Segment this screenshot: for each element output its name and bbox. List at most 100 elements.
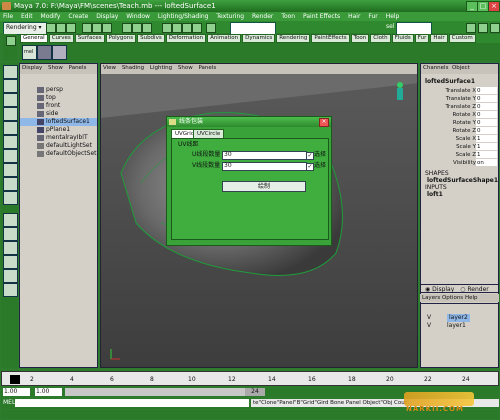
close-button[interactable]: × [488, 1, 500, 12]
shelf-tab-cloth[interactable]: Cloth [370, 34, 391, 43]
channel-rotate-x[interactable]: Rotate X0 [421, 111, 498, 119]
outliner-item-side[interactable]: side [20, 110, 97, 118]
shelf-tab-toon[interactable]: Toon [350, 34, 370, 43]
menu-display[interactable]: Display [93, 12, 121, 20]
outliner-item-defaultlightset[interactable]: defaultLightSet [20, 142, 97, 150]
shelf-tab-rendering[interactable]: Rendering [276, 34, 311, 43]
menu-window[interactable]: Window [123, 12, 153, 20]
channel-value[interactable]: 0 [476, 127, 497, 134]
playback-start-field[interactable]: 1.00 [35, 388, 62, 396]
menu-hair[interactable]: Hair [345, 12, 363, 20]
channel-value[interactable]: 0 [476, 87, 497, 94]
soft-mod-tool-icon[interactable] [3, 163, 18, 177]
outliner-item-persp[interactable]: persp [20, 86, 97, 94]
layer-menu-options[interactable]: Options [442, 295, 463, 301]
four-view-layout-icon[interactable] [3, 227, 18, 241]
rotate-tool-icon[interactable] [3, 121, 18, 135]
viewport-menu-panels[interactable]: Panels [198, 65, 216, 71]
outliner-item-top[interactable]: top [20, 94, 97, 102]
command-input[interactable] [15, 399, 249, 407]
shelf-tab-painteffects[interactable]: PaintEffects [311, 34, 350, 43]
shelf-tab-custom[interactable]: Custom [448, 34, 476, 43]
start-time-field[interactable]: 1.00 [3, 388, 30, 396]
hypershade-layout-icon[interactable] [3, 269, 18, 283]
channel-value[interactable]: 0 [476, 103, 497, 110]
viewport-menu-show[interactable]: Show [178, 65, 193, 71]
channel-scale-z[interactable]: Scale Z1 [421, 151, 498, 159]
menu-paint-effects[interactable]: Paint Effects [300, 12, 343, 20]
layer-row[interactable]: V layer1 [421, 322, 498, 330]
shelf-tab-fur[interactable]: Fur [414, 34, 430, 43]
open-scene-icon[interactable] [56, 23, 66, 33]
dialog-title-bar[interactable]: 线条包装 × [167, 117, 331, 127]
shelf-menu-icon[interactable] [6, 36, 16, 46]
u-select-checkbox[interactable]: ✓ [306, 152, 314, 160]
layer-menu-help[interactable]: Help [465, 295, 478, 301]
time-slider[interactable]: 2 4 6 8 10 12 14 16 18 20 22 24 [1, 371, 499, 386]
ipr-render-icon[interactable] [182, 23, 192, 33]
viewport-menu-lighting[interactable]: Lighting [150, 65, 172, 71]
channel-value[interactable]: 0 [476, 119, 497, 126]
show-tool-settings-icon[interactable] [490, 23, 500, 33]
menu-modify[interactable]: Modify [38, 12, 64, 20]
outliner-menu-display[interactable]: Display [22, 65, 42, 71]
shelf-tab-hair[interactable]: Hair [430, 34, 448, 43]
render-icon[interactable] [172, 23, 182, 33]
channel-visibility[interactable]: Visibility on [421, 159, 498, 167]
shelf-tab-curves[interactable]: Curves [48, 34, 74, 43]
channel-translate-z[interactable]: Translate Z0 [421, 103, 498, 111]
channel-value[interactable]: 1 [476, 151, 497, 158]
shape-name[interactable]: loftedSurfaceShape1 [421, 177, 498, 184]
layer-visibility-toggle[interactable]: V [427, 314, 431, 322]
channel-value[interactable]: 1 [476, 143, 497, 150]
layer-visibility-toggle[interactable]: V [427, 322, 431, 330]
menu-fur[interactable]: Fur [365, 12, 380, 20]
lasso-tool-icon[interactable] [3, 79, 18, 93]
shelf-tab-subdivs[interactable]: Subdivs [137, 34, 165, 43]
manipulator-tool-icon[interactable] [3, 149, 18, 163]
new-scene-icon[interactable] [46, 23, 56, 33]
channel-scale-y[interactable]: Scale Y1 [421, 143, 498, 151]
current-time-marker[interactable] [10, 375, 20, 384]
shelf-item-icon[interactable] [37, 45, 52, 60]
render-radio[interactable]: ○ [460, 286, 465, 293]
input-line-icon[interactable] [206, 23, 216, 33]
channel-value[interactable]: 0 [476, 111, 497, 118]
shelf-tab-general[interactable]: General [20, 34, 48, 43]
outliner-item-mentalrayiblt[interactable]: mentalrayIblT [20, 134, 97, 142]
input-name[interactable]: loft1 [421, 191, 498, 198]
layer-name[interactable]: layer2 [447, 314, 470, 322]
v-select-checkbox[interactable]: ✓ [306, 163, 314, 171]
outliner-item-front[interactable]: front [20, 102, 97, 110]
channel-value[interactable]: on [476, 159, 497, 166]
select-tool-icon[interactable] [3, 65, 18, 79]
viewport-menu-view[interactable]: View [103, 65, 116, 71]
channel-value[interactable]: 1 [476, 135, 497, 142]
channelbox-tab-object[interactable]: Object [452, 65, 470, 71]
last-tool-icon[interactable] [3, 191, 18, 205]
layer-name[interactable]: layer1 [447, 322, 466, 330]
shelf-tab-polygons[interactable]: Polygons [105, 34, 137, 43]
select-hierarchy-icon[interactable] [82, 23, 92, 33]
mel-script-icon[interactable]: mel [22, 45, 37, 60]
menu-toon[interactable]: Toon [278, 12, 298, 20]
channel-translate-x[interactable]: Translate X0 [421, 87, 498, 95]
layer-row[interactable]: V layer2 [421, 314, 498, 322]
menu-edit[interactable]: Edit [18, 12, 36, 20]
menu-create[interactable]: Create [65, 12, 91, 20]
outliner-item-defaultobjectset[interactable]: defaultObjectSet [20, 150, 97, 158]
range-end-handle[interactable]: 24 [245, 388, 265, 396]
single-view-layout-icon[interactable] [3, 213, 18, 227]
render-globals-icon[interactable] [192, 23, 202, 33]
outliner-menu-show[interactable]: Show [48, 65, 63, 71]
show-channelbox-icon[interactable] [466, 23, 476, 33]
shelf-tab-dynamics[interactable]: Dynamics [242, 34, 276, 43]
draw-button[interactable]: 绘制 [222, 181, 306, 192]
channelbox-object-name[interactable]: loftedSurface1 [421, 78, 498, 87]
scale-tool-icon[interactable] [3, 135, 18, 149]
channel-translate-y[interactable]: Translate Y0 [421, 95, 498, 103]
snap-point-icon[interactable] [142, 23, 152, 33]
menu-render[interactable]: Render [249, 12, 276, 20]
menu-lighting-shading[interactable]: Lighting/Shading [155, 12, 212, 20]
v-count-input[interactable]: 30 [222, 162, 307, 171]
